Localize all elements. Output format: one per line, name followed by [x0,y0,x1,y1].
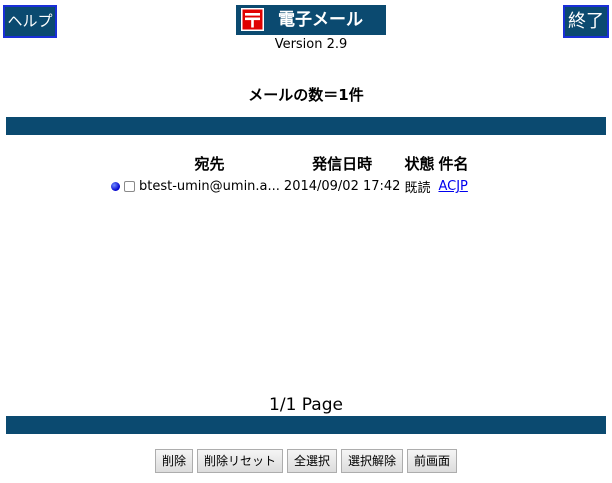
bottom-divider-bar [6,416,606,434]
table-row: btest-umin@umin.a... 2014/09/02 17:42 既読… [109,177,470,196]
mail-to: btest-umin@umin.a... [139,179,280,194]
version-label: Version 2.9 [274,37,348,52]
column-header-to: 宛先 [194,155,225,173]
app-title-banner: 電子メール [236,5,386,35]
action-toolbar: 削除 削除リセット 全選択 選択解除 前画面 [0,449,612,473]
mail-list-table: 宛先 発信日時 状態 件名 btest-umin@umin.a... 2014/… [109,153,470,196]
column-header-subject: 件名 [438,155,469,173]
column-header-date: 発信日時 [312,155,373,173]
column-header-status: 状態 [404,155,435,173]
page-indicator: 1/1 Page [269,395,343,415]
header-checkbox-spacer [122,153,137,177]
header-unread-spacer [109,153,122,177]
unread-dot-icon [111,182,120,191]
help-button[interactable]: ヘルプ [3,5,57,38]
unread-cell [109,177,122,196]
page-title: 電子メール [278,10,363,30]
exit-button[interactable]: 終了 [563,5,609,38]
delete-button[interactable]: 削除 [154,449,193,473]
deselect-button[interactable]: 選択解除 [341,449,404,473]
mail-status: 既読 [404,181,431,196]
mail-subject-cell: ACJP [436,177,470,196]
top-divider-bar [6,117,606,135]
mail-page: ヘルプ 電子メール Version 2.9 終了 メールの数＝1件 宛先 発信日… [0,0,612,483]
previous-screen-button[interactable]: 前画面 [407,449,458,473]
row-select-checkbox[interactable] [124,181,135,192]
mail-count: メールの数＝1件 [248,86,364,104]
mail-subject-link[interactable]: ACJP [438,179,467,194]
delete-reset-button[interactable]: 削除リセット [196,449,283,473]
select-cell [122,177,137,196]
mail-date: 2014/09/02 17:42 [283,179,401,194]
postal-mark-icon [241,8,264,31]
select-all-button[interactable]: 全選択 [286,449,337,473]
table-header-row: 宛先 発信日時 状態 件名 [109,153,470,177]
